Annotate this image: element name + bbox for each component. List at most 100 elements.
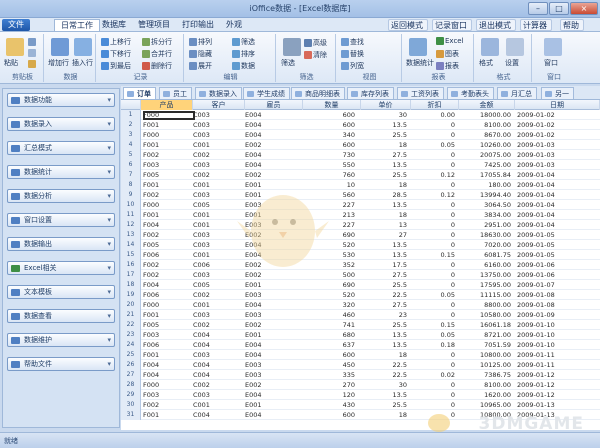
cell-amount[interactable]: 18000.00	[459, 110, 511, 120]
calculator-button[interactable]: 计算器	[520, 19, 552, 31]
cell-unit-price[interactable]: 25.5	[361, 170, 407, 180]
cell-discount[interactable]: 0	[411, 400, 455, 410]
cell-customer[interactable]: C004	[193, 360, 243, 370]
chart-button[interactable]: 图表	[436, 49, 459, 59]
cell-product[interactable]: F001	[143, 180, 191, 190]
cell-customer[interactable]: C001	[193, 140, 243, 150]
cell-discount[interactable]: 0	[411, 230, 455, 240]
sidebar-item-summary-mode[interactable]: 汇总模式 ▾	[7, 141, 115, 155]
column-header-product[interactable]: 产品	[141, 100, 193, 110]
record-window-button[interactable]: 记录窗口	[432, 19, 472, 31]
cell-quantity[interactable]: 550	[303, 160, 355, 170]
cell-product[interactable]: F006	[143, 290, 191, 300]
cell-discount[interactable]: 0	[411, 220, 455, 230]
cell-date[interactable]: 2009-01-08	[517, 300, 597, 310]
row-number[interactable]: 4	[121, 140, 141, 150]
hide-button[interactable]: 隐藏	[189, 49, 212, 59]
cell-date[interactable]: 2009-01-02	[517, 120, 597, 130]
cell-quantity[interactable]: 120	[303, 390, 355, 400]
cell-customer[interactable]: C003	[193, 110, 243, 120]
cell-amount[interactable]: 6160.00	[459, 260, 511, 270]
table-row[interactable]: 16 F002 C006 E002 352 17.5 0 6160.00 2009-01-06	[121, 260, 600, 270]
move-up-button[interactable]: 上移行	[101, 37, 131, 47]
tab-appearance[interactable]: 外观	[220, 19, 248, 31]
sheet-tab-orders[interactable]: 订单	[123, 87, 156, 99]
row-number[interactable]: 8	[121, 180, 141, 190]
cell-customer[interactable]: C002	[193, 150, 243, 160]
cell-date[interactable]: 2009-01-12	[517, 370, 597, 380]
row-number[interactable]: 18	[121, 280, 141, 290]
cell-discount[interactable]: 0.05	[411, 290, 455, 300]
cell-unit-price[interactable]: 30	[361, 380, 407, 390]
cell-product[interactable]: F004	[143, 280, 191, 290]
cell-discount[interactable]: 0.15	[411, 320, 455, 330]
cell-employee[interactable]: E004	[245, 410, 301, 420]
cell-discount[interactable]: 0	[411, 390, 455, 400]
cell-quantity[interactable]: 340	[303, 130, 355, 140]
sheet-tab-staff[interactable]: 员工	[159, 87, 192, 99]
cell-product[interactable]: F003	[143, 160, 191, 170]
cell-employee[interactable]: E004	[245, 390, 301, 400]
cell-product[interactable]: F000	[143, 380, 191, 390]
cell-customer[interactable]: C004	[193, 370, 243, 380]
cell-quantity[interactable]: 600	[303, 410, 355, 420]
help-button[interactable]: 帮助	[560, 19, 584, 31]
cell-quantity[interactable]: 460	[303, 310, 355, 320]
cell-employee[interactable]: E003	[245, 290, 301, 300]
table-row[interactable]: 25 F001 C003 E004 600 18 0 10800.00 2009-01-11	[121, 350, 600, 360]
sheet-tab-monthly[interactable]: 月汇总	[497, 87, 537, 99]
cell-unit-price[interactable]: 13.5	[361, 160, 407, 170]
data-button[interactable]: 数据	[232, 61, 255, 71]
cell-product[interactable]: F005	[143, 240, 191, 250]
settings-button[interactable]: 设置	[505, 58, 519, 68]
cell-product[interactable]: F001	[143, 210, 191, 220]
cell-product[interactable]: F001	[143, 410, 191, 420]
cell-unit-price[interactable]: 13.5	[361, 240, 407, 250]
row-number[interactable]: 15	[121, 250, 141, 260]
return-mode-button[interactable]: 返回模式	[388, 19, 428, 31]
cell-quantity[interactable]: 680	[303, 330, 355, 340]
corner-cell[interactable]	[121, 100, 141, 110]
table-row[interactable]: 2 F001 C003 E004 600 13.5 0 8100.00 2009-01-02	[121, 120, 600, 130]
window-button[interactable]: 窗口	[544, 58, 558, 68]
table-row[interactable]: 4 F001 C001 E002 600 18 0.05 10260.00 2009-01-03	[121, 140, 600, 150]
cell-customer[interactable]: C005	[193, 280, 243, 290]
cell-date[interactable]: 2009-01-06	[517, 270, 597, 280]
delete-row-button[interactable]: 删除行	[142, 61, 172, 71]
table-row[interactable]: 5 F002 C002 E004 730 27.5 0 20075.00 2009-01-03	[121, 150, 600, 160]
cell-amount[interactable]: 3064.50	[459, 200, 511, 210]
cell-product[interactable]: F003	[143, 390, 191, 400]
table-row[interactable]: 21 F001 C003 E003 460 23 0 10580.00 2009-01-09	[121, 310, 600, 320]
cell-unit-price[interactable]: 13.5	[361, 330, 407, 340]
sheet-tab-other[interactable]: 另一	[541, 87, 574, 99]
cell-discount[interactable]: 0.12	[411, 190, 455, 200]
cell-product[interactable]: F004	[143, 220, 191, 230]
table-row[interactable]: 19 F006 C002 E003 520 22.5 0.05 11115.00 2009-01…	[121, 290, 600, 300]
table-row[interactable]: 12F004C001E0032271302951.002009-01-04	[121, 220, 600, 230]
cell-unit-price[interactable]: 22.5	[361, 360, 407, 370]
row-number[interactable]: 6	[121, 160, 141, 170]
cell-date[interactable]: 2009-01-13	[517, 400, 597, 410]
cell-date[interactable]: 2009-01-04	[517, 210, 597, 220]
cell-customer[interactable]: C004	[193, 340, 243, 350]
cell-amount[interactable]: 10260.00	[459, 140, 511, 150]
sheet-tab-inventory[interactable]: 库存列表	[347, 87, 394, 99]
cell-discount[interactable]: 0	[411, 210, 455, 220]
table-row[interactable]: 14 F005 C003 E004 520 13.5 0 7020.00 2009-01-05	[121, 240, 600, 250]
cell-unit-price[interactable]: 18	[361, 140, 407, 150]
sidebar-item-data-statistics[interactable]: 数据统计 ▾	[7, 165, 115, 179]
cell-amount[interactable]: 10125.00	[459, 360, 511, 370]
cell-date[interactable]: 2009-01-10	[517, 320, 597, 330]
format-button[interactable]: 格式	[479, 58, 493, 68]
cell-date[interactable]: 2009-01-03	[517, 160, 597, 170]
table-row[interactable]: 6 F003 C003 E004 550 13.5 0 7425.00 2009-01-03	[121, 160, 600, 170]
row-number[interactable]: 13	[121, 230, 141, 240]
filter-small-button[interactable]: 筛选	[232, 37, 255, 47]
cell-quantity[interactable]: 600	[303, 110, 355, 120]
cell-amount[interactable]: 18630.00	[459, 230, 511, 240]
cell-date[interactable]: 2009-01-03	[517, 150, 597, 160]
cell-discount[interactable]: 0	[411, 180, 455, 190]
column-header-unit-price[interactable]: 单价	[361, 100, 411, 110]
cell-quantity[interactable]: 600	[303, 140, 355, 150]
sidebar-item-data-functions[interactable]: 数据功能 ▾	[7, 93, 115, 107]
